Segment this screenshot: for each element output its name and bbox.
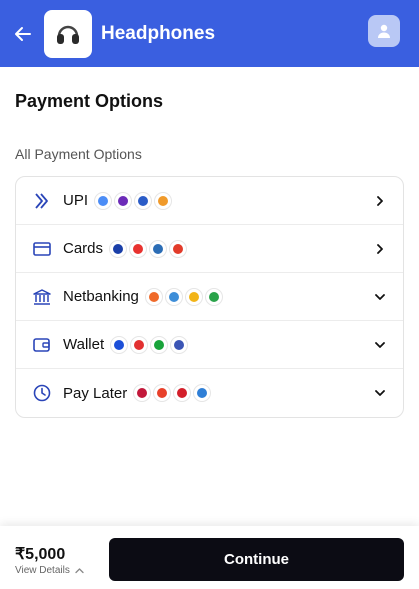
provider-logo <box>129 239 148 258</box>
payment-method-upi[interactable]: UPI <box>16 177 403 225</box>
upi-icon <box>32 191 52 211</box>
provider-logo <box>94 191 113 210</box>
checkout-footer: ₹5,000 View Details Continue <box>0 526 419 589</box>
product-logo <box>44 9 92 58</box>
credit-card-icon <box>32 239 52 259</box>
payment-method-pay-later[interactable]: Pay Later <box>16 369 403 417</box>
provider-logo <box>204 287 223 306</box>
provider-logo <box>170 335 189 354</box>
provider-logo <box>169 239 188 258</box>
payment-method-wallet[interactable]: Wallet <box>16 321 403 369</box>
bank-icon <box>32 287 52 307</box>
provider-logo <box>184 287 203 306</box>
payment-method-label: Wallet <box>63 336 105 353</box>
provider-logo <box>164 287 183 306</box>
provider-logos <box>109 239 188 258</box>
headphones-product-image <box>57 25 79 44</box>
app-header: Headphones <box>0 0 419 67</box>
provider-logo <box>173 384 192 402</box>
all-options-label: All Payment Options <box>15 146 142 162</box>
chevron-right-icon <box>373 242 387 256</box>
clock-icon <box>32 383 52 403</box>
provider-logos <box>94 191 173 210</box>
chevron-down-icon <box>373 386 387 400</box>
payment-method-netbanking[interactable]: Netbanking <box>16 273 403 321</box>
payment-method-label: Netbanking <box>63 288 139 305</box>
provider-logo <box>149 239 168 258</box>
payment-method-cards[interactable]: Cards <box>16 225 403 273</box>
section-title: Payment Options <box>15 91 164 111</box>
provider-logo <box>109 239 128 258</box>
payment-methods-list: UPI Cards Netbanking Wallet Pay Later <box>15 176 404 418</box>
total-amount: ₹5,000 <box>15 546 66 563</box>
chevron-down-icon <box>373 338 387 352</box>
wallet-icon <box>32 335 52 355</box>
chevron-down-icon <box>373 290 387 304</box>
provider-logo <box>114 191 133 210</box>
back-button[interactable] <box>12 23 34 45</box>
payment-method-label: UPI <box>63 192 89 209</box>
chevron-right-icon <box>373 194 387 208</box>
chevron-up-icon <box>75 568 84 574</box>
continue-button[interactable]: Continue <box>109 538 404 581</box>
provider-logos <box>110 335 189 354</box>
provider-logo <box>153 384 172 402</box>
user-icon <box>378 24 390 38</box>
provider-logo <box>130 335 149 354</box>
payment-method-label: Pay Later <box>63 384 128 402</box>
provider-logo <box>133 384 152 402</box>
provider-logo <box>154 191 173 210</box>
provider-logo <box>144 287 163 306</box>
provider-logo <box>110 335 129 354</box>
payment-method-label: Cards <box>63 240 104 257</box>
provider-logo <box>134 191 153 210</box>
provider-logo <box>193 384 212 402</box>
view-details-toggle[interactable]: View Details <box>15 565 84 576</box>
provider-logos <box>144 287 223 306</box>
provider-logo <box>150 335 169 354</box>
arrow-left-icon <box>15 26 31 41</box>
provider-logos <box>133 384 212 402</box>
view-details-label: View Details <box>15 565 70 576</box>
profile-button[interactable] <box>368 15 400 47</box>
page-title: Headphones <box>101 22 216 44</box>
